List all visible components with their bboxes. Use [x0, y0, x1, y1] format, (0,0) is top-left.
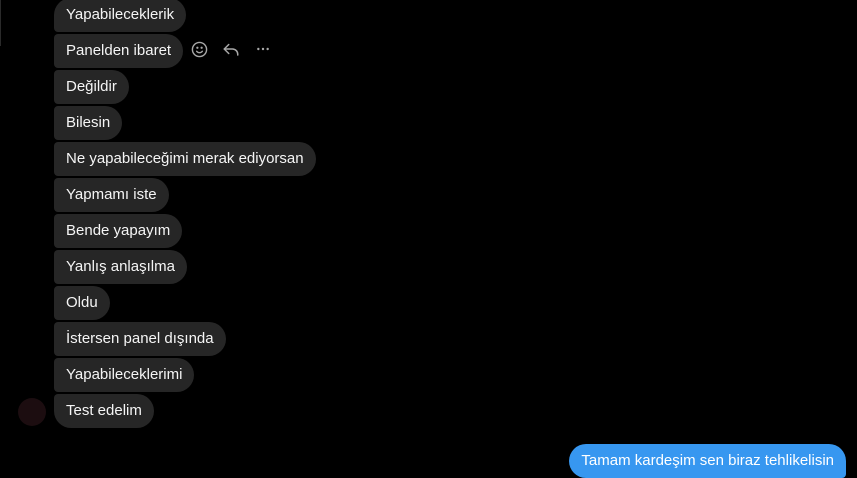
emoji-react-icon[interactable] — [190, 40, 208, 58]
received-message[interactable]: Yapabileceklerik — [54, 0, 187, 32]
message-actions — [190, 36, 272, 62]
sent-message[interactable]: Tamam kardeşim sen biraz tehlikelisin — [569, 444, 846, 478]
received-message[interactable]: Test edelim — [54, 394, 154, 428]
received-message[interactable]: Yanlış anlaşılma — [54, 250, 187, 284]
received-message[interactable]: Ne yapabileceğimi merak ediyorsan — [54, 142, 316, 176]
received-message[interactable]: İstersen panel dışında — [54, 322, 226, 356]
received-message[interactable]: Değildir — [54, 70, 129, 104]
received-message[interactable]: Yapmamı iste — [54, 178, 169, 212]
received-message[interactable]: Bilesin — [54, 106, 123, 140]
sender-avatar[interactable] — [18, 398, 46, 426]
message-thread: Yapabileceklerik Panelden ibaret Değildi… — [0, 0, 857, 478]
received-message[interactable]: Panelden ibaret — [54, 34, 184, 68]
reply-icon[interactable] — [222, 40, 240, 58]
received-message[interactable]: Yapabileceklerimi — [54, 358, 195, 392]
received-message[interactable]: Bende yapayım — [54, 214, 183, 248]
received-message[interactable]: Oldu — [54, 286, 110, 320]
divider — [0, 0, 1, 46]
more-options-icon[interactable] — [254, 40, 272, 58]
